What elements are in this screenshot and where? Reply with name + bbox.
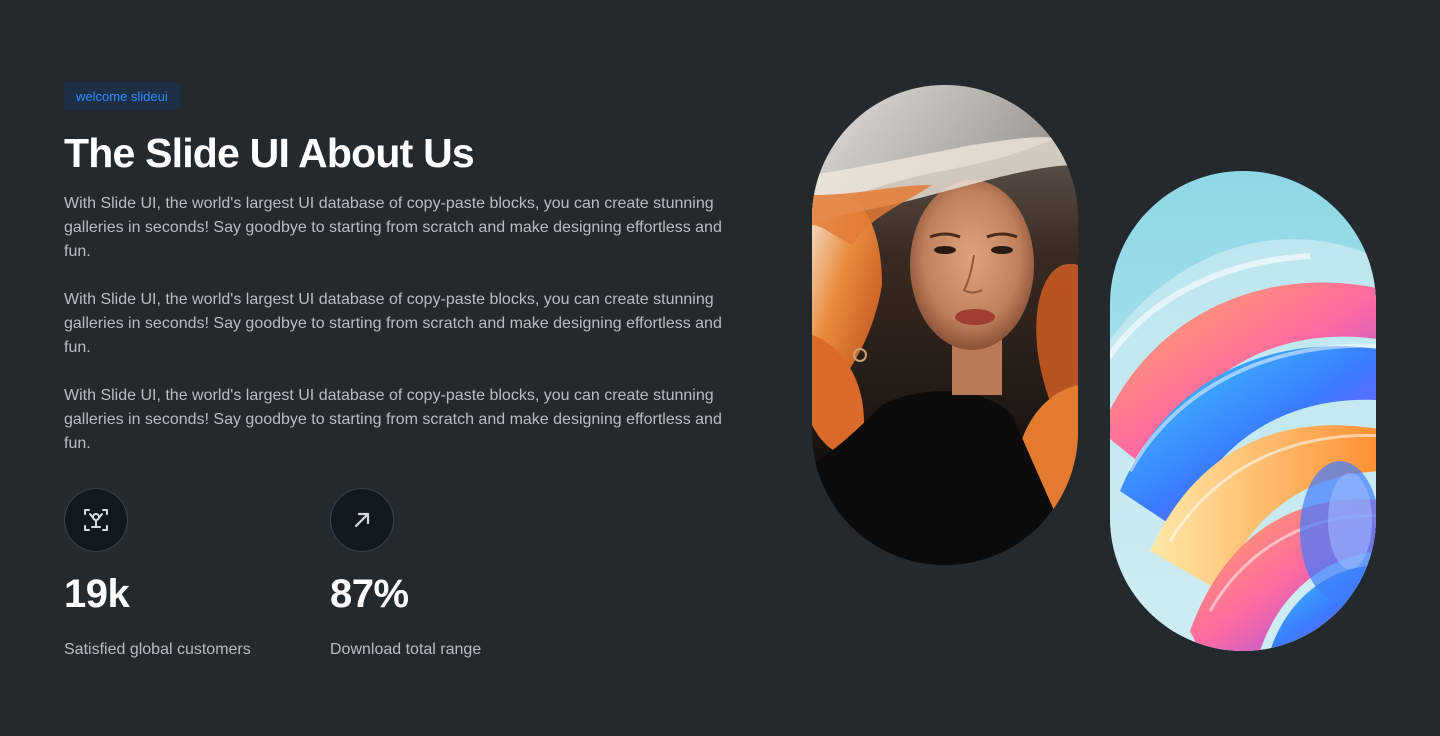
stat-downloads-label: Download total range bbox=[330, 641, 482, 658]
about-paragraph-3: With Slide UI, the world's largest UI da… bbox=[64, 387, 722, 452]
portrait-image bbox=[812, 85, 1078, 565]
about-section: welcome slideui The Slide UI About Us Wi… bbox=[0, 0, 1440, 736]
stat-downloads: 87% Download total range bbox=[330, 488, 570, 662]
page-title: The Slide UI About Us bbox=[64, 130, 475, 176]
about-paragraph-2: With Slide UI, the world's largest UI da… bbox=[64, 291, 722, 356]
stat-downloads-value: 87% bbox=[330, 572, 409, 616]
welcome-badge: welcome slideui bbox=[64, 82, 180, 110]
user-scan-icon bbox=[64, 488, 128, 552]
arrow-up-right-icon bbox=[330, 488, 394, 552]
about-paragraph-1: With Slide UI, the world's largest UI da… bbox=[64, 195, 722, 260]
stat-customers-value: 19k bbox=[64, 572, 130, 616]
stat-customers: 19k Satisfied global customers bbox=[64, 488, 304, 662]
abstract-swirl-image bbox=[1110, 171, 1376, 651]
welcome-badge-label: welcome slideui bbox=[76, 88, 168, 104]
stat-customers-label: Satisfied global customers bbox=[64, 641, 251, 658]
